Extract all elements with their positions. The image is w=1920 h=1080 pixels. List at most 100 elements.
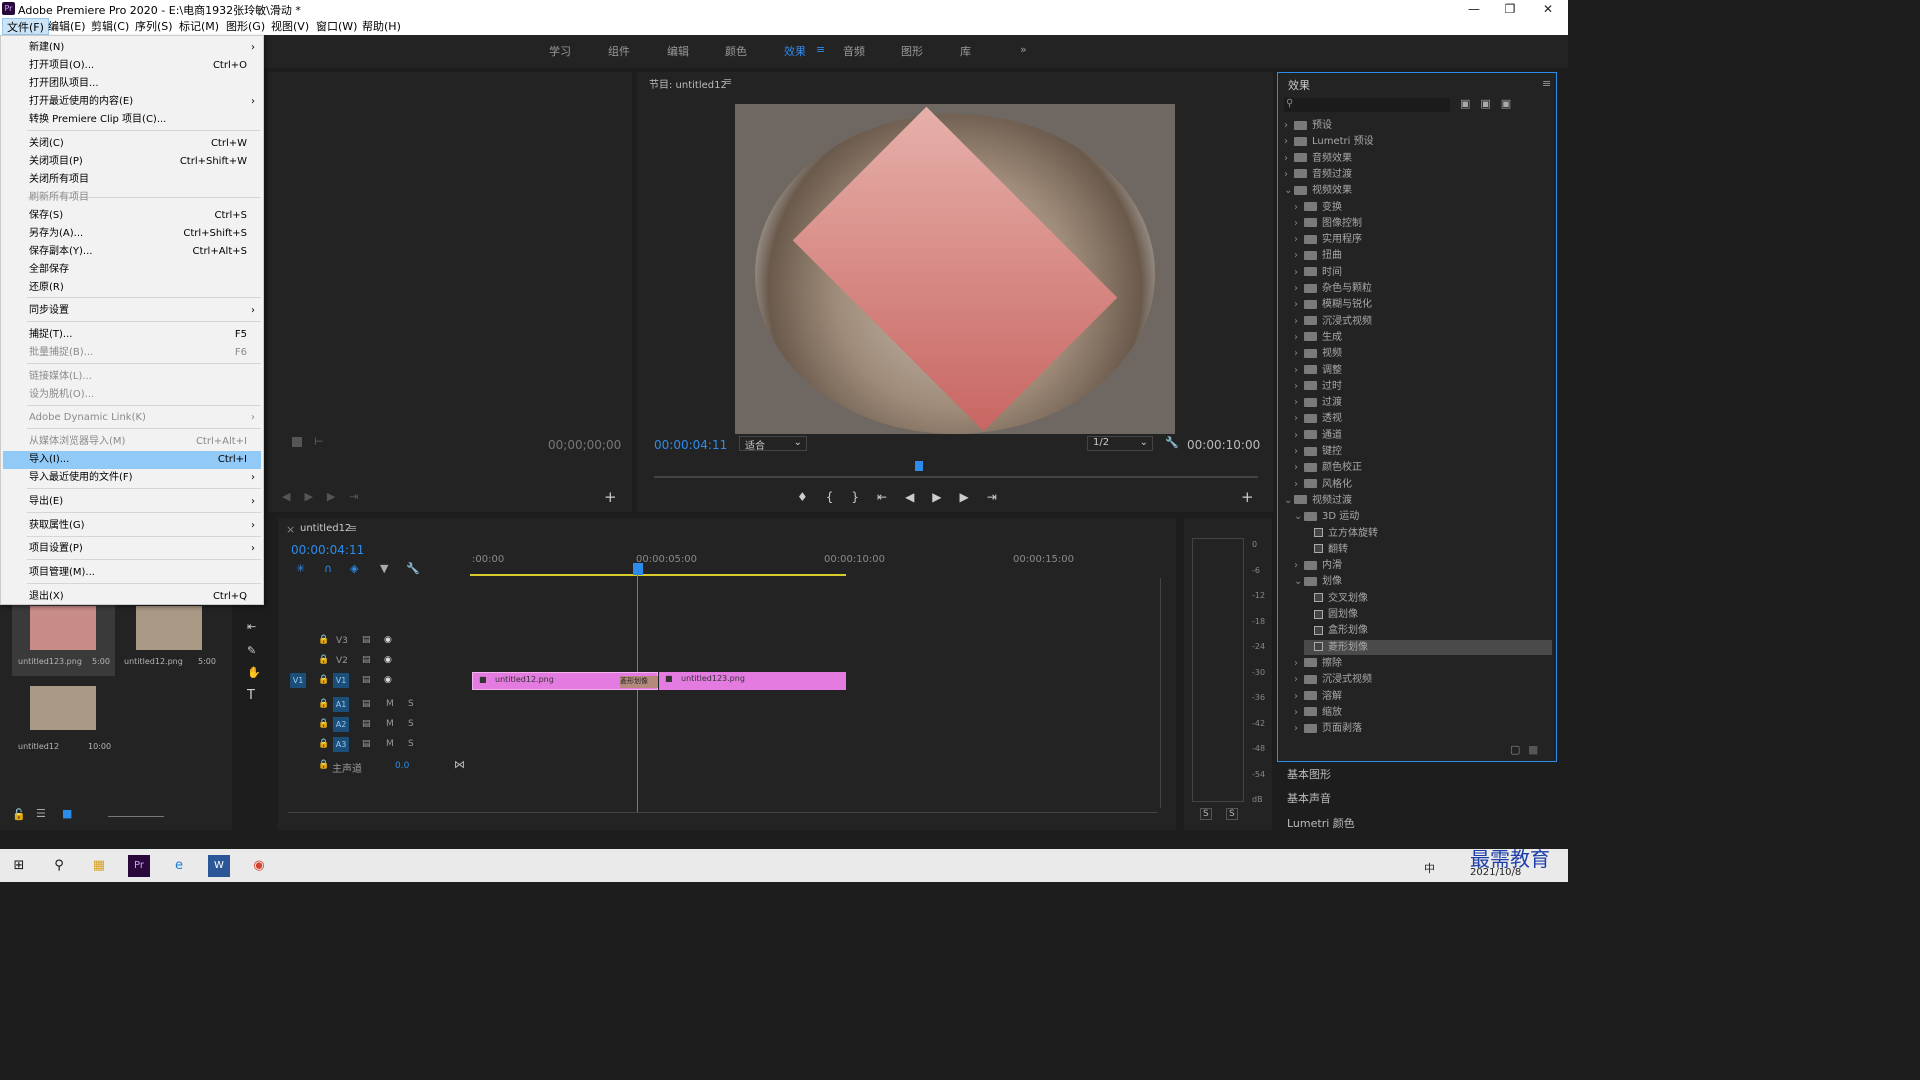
wrench-icon[interactable]: 🔧 [1165,436,1179,449]
effects-item[interactable]: 圆划像 [1304,607,1552,622]
effects-folder[interactable]: › 过渡 [1294,395,1552,410]
effects-folder[interactable]: › 杂色与颗粒 [1294,281,1552,296]
chrome-icon[interactable]: ◉ [248,855,270,877]
menu-file[interactable]: 文件(F) [2,18,49,35]
program-scrub-bar[interactable] [654,476,1258,478]
effects-folder[interactable]: › 过时 [1294,379,1552,394]
effects-folder[interactable]: › 通道 [1294,428,1552,443]
meter-solo-button[interactable]: S [1200,808,1212,820]
file-menu-item[interactable]: 转换 Premiere Clip 项目(C)... [3,111,261,129]
chevron-right-icon[interactable]: › [1294,672,1304,687]
file-menu-item[interactable]: 保存副本(Y)... Ctrl+Alt+S [3,243,261,261]
file-menu-item[interactable]: 另存为(A)... Ctrl+Shift+S [3,225,261,243]
chevron-down-icon[interactable]: ⌄ [1294,574,1304,589]
workspace-menu-icon[interactable]: ≡ [816,43,825,56]
effects-folder[interactable]: › Lumetri 预设 [1284,134,1552,149]
file-menu-item[interactable]: 打开项目(O)... Ctrl+O [3,57,261,75]
timeline-clip[interactable]: ■ untitled123.png [659,672,846,690]
lumetri-color-panel[interactable]: Lumetri 颜色 [1287,815,1355,831]
workspace-overflow-icon[interactable]: » [1020,43,1027,56]
effects-folder[interactable]: › 页面剥落 [1294,721,1552,736]
work-area-bar[interactable] [470,574,846,576]
effects-folder[interactable]: › 风格化 [1294,477,1552,492]
chevron-right-icon[interactable]: › [1294,314,1304,329]
lock-icon[interactable]: 🔒 [318,675,329,685]
menu-sequence[interactable]: 序列(S) [131,18,177,35]
chevron-right-icon[interactable]: › [1294,216,1304,231]
file-menu-item[interactable]: 关闭项目(P) Ctrl+Shift+W [3,153,261,171]
close-icon[interactable]: × [286,523,295,536]
program-monitor-title[interactable]: 节目: untitled12 [649,76,727,91]
solo-button[interactable]: S [408,739,414,749]
track-label-a1[interactable]: A1 [333,697,349,712]
zoom-slider[interactable] [108,816,164,817]
lock-icon[interactable]: 🔓 [12,808,26,821]
file-menu-item[interactable]: 全部保存 [3,261,261,279]
timeline-menu-icon[interactable]: ≡ [348,522,357,535]
effects-folder[interactable]: › 时间 [1294,265,1552,280]
icon-view-icon[interactable]: ■ [62,807,72,820]
source-add-button[interactable]: + [604,488,617,506]
file-menu-item[interactable]: 打开团队项目... [3,75,261,93]
effects-folder[interactable]: ⌄ 划像 [1294,574,1552,589]
chevron-right-icon[interactable]: › [1284,167,1294,182]
mute-button[interactable]: M [386,739,394,749]
new-bin-icon[interactable]: ▢ [1510,743,1520,756]
master-end-icon[interactable]: ⋈ [454,758,465,771]
chevron-right-icon[interactable]: › [1294,379,1304,394]
chevron-right-icon[interactable]: › [1294,200,1304,215]
chevron-right-icon[interactable]: › [1294,395,1304,410]
menu-window[interactable]: 窗口(W) [312,18,361,35]
maximize-button[interactable]: ❐ [1492,0,1528,18]
edge-icon[interactable]: e [168,855,190,877]
search-icon[interactable]: ⚲ [48,855,70,877]
solo-button[interactable]: S [408,719,414,729]
file-menu-item[interactable]: 还原(R) [3,279,261,297]
workspace-effects[interactable]: 效果 [784,43,806,59]
minimize-button[interactable]: — [1456,0,1492,18]
file-menu-item[interactable]: 新建(N) › [3,39,261,57]
effects-item[interactable]: 盒形划像 [1304,623,1552,638]
chevron-right-icon[interactable]: › [1294,460,1304,475]
ripple-edit-tool-icon[interactable]: ⇤ [247,620,256,633]
workspace-editing[interactable]: 编辑 [667,43,689,59]
transition-block[interactable]: 菱形划像 [620,676,658,688]
effects-folder[interactable]: › 缩放 [1294,705,1552,720]
file-menu-item[interactable]: 项目设置(P) › [3,540,261,558]
eye-icon[interactable]: ◉ [384,635,392,645]
sync-lock-icon[interactable]: ▤ [362,719,371,729]
workspace-graphics[interactable]: 图形 [901,43,923,59]
eye-icon[interactable]: ◉ [384,655,392,665]
chevron-right-icon[interactable]: › [1294,558,1304,573]
wrench-icon[interactable]: 🔧 [406,562,420,575]
source-settings-icon[interactable] [292,437,302,447]
workspace-color[interactable]: 颜色 [725,43,747,59]
file-menu-item[interactable]: 同步设置 › [3,302,261,320]
lock-icon[interactable]: 🔒 [318,739,329,749]
chevron-right-icon[interactable]: › [1294,297,1304,312]
program-add-button[interactable]: + [1241,488,1254,506]
chevron-right-icon[interactable]: › [1294,330,1304,345]
workspace-audio[interactable]: 音频 [843,43,865,59]
type-tool-icon[interactable]: T [247,688,255,703]
effects-folder[interactable]: › 溶解 [1294,689,1552,704]
file-menu-item[interactable]: 打开最近使用的内容(E) › [3,93,261,111]
effects-search-input[interactable]: ⚲ [1284,98,1450,112]
chevron-right-icon[interactable]: › [1294,444,1304,459]
file-menu-item[interactable]: 导入(I)... Ctrl+I [3,451,261,469]
effects-folder[interactable]: › 音频过渡 [1284,167,1552,182]
menu-graphics[interactable]: 图形(G) [222,18,269,35]
essential-sound-panel[interactable]: 基本声音 [1287,790,1331,806]
lock-icon[interactable]: 🔒 [318,699,329,709]
mute-button[interactable]: M [386,699,394,709]
file-menu-item[interactable]: 退出(X) Ctrl+Q [3,588,261,606]
chevron-right-icon[interactable]: › [1284,134,1294,149]
chevron-right-icon[interactable]: › [1284,118,1294,133]
chevron-right-icon[interactable]: › [1294,656,1304,671]
file-menu-item[interactable]: 关闭(C) Ctrl+W [3,135,261,153]
effects-folder[interactable]: › 键控 [1294,444,1552,459]
file-menu-item[interactable]: 导入最近使用的文件(F) › [3,469,261,487]
add-marker-icon[interactable]: ◈ [350,562,358,575]
program-menu-icon[interactable]: ≡ [723,75,732,88]
file-menu-item[interactable]: 项目管理(M)... [3,564,261,582]
